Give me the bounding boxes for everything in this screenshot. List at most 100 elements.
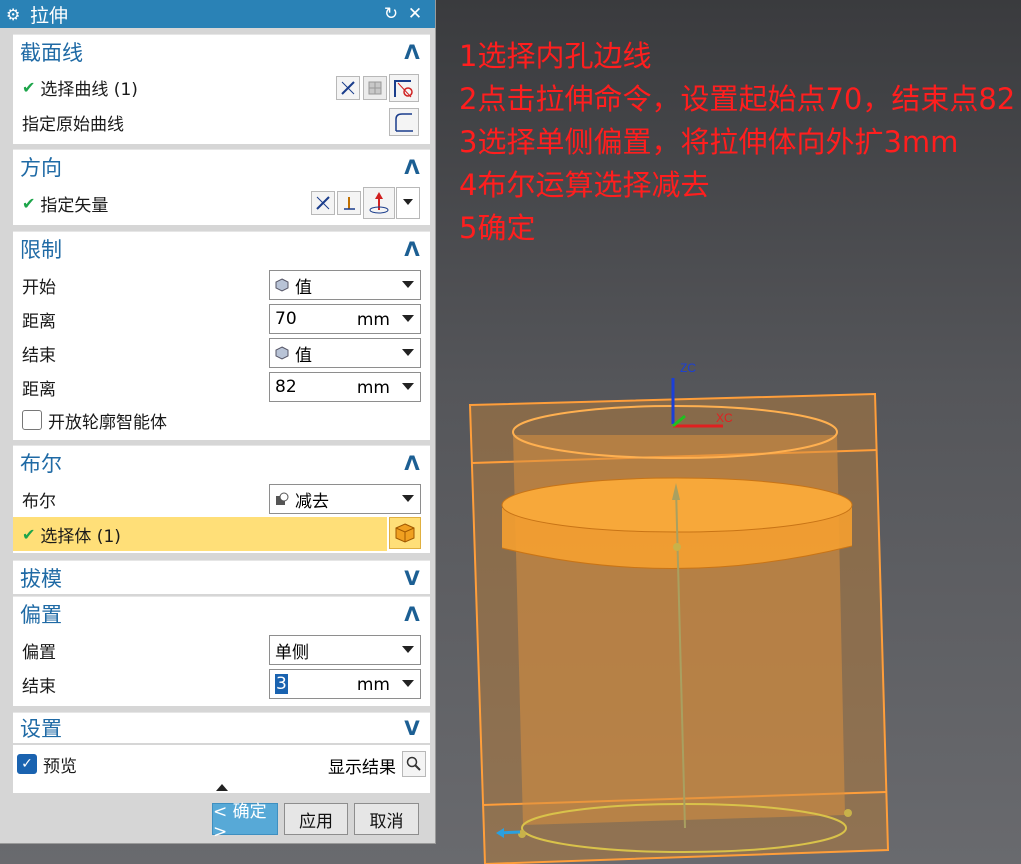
instruction-step-2: 2点击拉伸命令，设置起始点70，结束点82	[459, 82, 1016, 116]
instruction-step-3: 3选择单侧偏置，将拉伸体向外扩3mm	[459, 125, 959, 159]
end-distance-value[interactable]: 82	[275, 377, 297, 397]
chevron-down-icon[interactable]: ᐯ	[402, 566, 422, 590]
reset-icon[interactable]: ↻	[379, 4, 403, 24]
preview-label: 预览	[43, 756, 77, 777]
settings-header[interactable]: 设置 ᐯ	[13, 712, 430, 743]
start-distance-value[interactable]: 70	[275, 309, 297, 329]
offset-label: 偏置	[22, 642, 56, 663]
limits-header[interactable]: 限制 ᐱ	[13, 231, 430, 265]
preview-panel: ✓ 预览 显示结果	[13, 745, 430, 793]
limits-panel: 限制 ᐱ 开始 值 距离 70 mm 结束 值 距离 82 mm 开放轮廓智能体	[13, 231, 430, 440]
boolean-select-value: 减去	[295, 491, 329, 512]
dialog-titlebar: ⚙ 拉伸 ↻ ✕	[0, 0, 435, 28]
unit-label: mm	[356, 378, 390, 398]
open-profile-row[interactable]: 开放轮廓智能体	[13, 403, 430, 437]
unit-label: mm	[356, 675, 390, 695]
point-handle[interactable]	[844, 809, 852, 817]
end-distance-label: 距离	[22, 379, 56, 400]
section-curve-title: 截面线	[20, 40, 83, 65]
start-distance-input[interactable]: 70 mm	[269, 304, 421, 334]
boolean-panel: 布尔 ᐱ 布尔 减去 ✔ 选择体 (1)	[13, 445, 430, 553]
select-body-row[interactable]: ✔ 选择体 (1)	[13, 517, 387, 551]
end-select-value: 值	[295, 345, 312, 366]
instruction-step-4: 4布尔运算选择减去	[459, 168, 710, 202]
ok-button[interactable]: < 确定 >	[212, 802, 278, 842]
offset-end-value[interactable]: 3	[275, 674, 288, 694]
cancel-button[interactable]: 取消	[354, 803, 419, 835]
specify-original-row[interactable]: 指定原始曲线	[13, 105, 430, 139]
offset-header[interactable]: 偏置 ᐱ	[13, 596, 430, 630]
offset-select[interactable]: 单侧	[269, 635, 421, 665]
chevron-down-icon[interactable]	[402, 315, 414, 322]
settings-panel: 设置 ᐯ	[13, 712, 430, 743]
apply-button[interactable]: 应用	[284, 803, 348, 835]
direction-title: 方向	[20, 155, 62, 180]
start-distance-label: 距离	[22, 311, 56, 332]
chevron-down-icon	[402, 281, 414, 288]
specify-original-label: 指定原始曲线	[22, 114, 124, 135]
inferred-vector-icon[interactable]	[337, 191, 361, 215]
close-icon[interactable]: ✕	[403, 4, 427, 24]
check-icon: ✔	[22, 193, 36, 213]
chevron-down-icon[interactable]: ᐯ	[402, 716, 422, 740]
vector-dialog-icon[interactable]	[363, 187, 395, 219]
draft-title: 拔模	[20, 566, 62, 591]
sketch-grid-icon[interactable]	[363, 76, 387, 100]
value-icon	[275, 278, 289, 292]
expand-arrow-icon[interactable]	[216, 783, 228, 791]
original-curve-icon[interactable]	[389, 108, 419, 136]
boolean-select[interactable]: 减去	[269, 484, 421, 514]
check-icon: ✔	[22, 524, 36, 544]
preview-checkbox[interactable]: ✓	[17, 754, 37, 774]
chevron-up-icon[interactable]: ᐱ	[402, 237, 422, 261]
subtract-icon	[276, 492, 289, 505]
chevron-up-icon[interactable]: ᐱ	[402, 40, 422, 64]
boolean-label: 布尔	[22, 491, 56, 512]
chevron-up-icon[interactable]: ᐱ	[402, 602, 422, 626]
limits-title: 限制	[20, 237, 62, 262]
magnifier-icon	[406, 756, 421, 771]
start-label: 开始	[22, 277, 56, 298]
extrude-dialog: ⚙ 拉伸 ↻ ✕ 截面线 ᐱ ✔ 选择曲线 (1) 指定原始曲线 方向 ᐱ ✔ …	[0, 0, 436, 844]
select-curve-label: 选择曲线 (1)	[40, 79, 138, 100]
curve-rule-icon[interactable]	[336, 76, 360, 100]
gear-icon: ⚙	[6, 4, 21, 24]
specify-vector-label: 指定矢量	[40, 195, 109, 216]
boolean-header[interactable]: 布尔 ᐱ	[13, 445, 430, 479]
x-axis-label: XC	[716, 411, 733, 425]
settings-title: 设置	[20, 717, 62, 741]
offset-title: 偏置	[20, 602, 62, 627]
dialog-title: 拉伸	[30, 4, 69, 27]
chevron-down-icon[interactable]	[402, 383, 414, 390]
end-select[interactable]: 值	[269, 338, 421, 368]
direction-header[interactable]: 方向 ᐱ	[13, 149, 430, 183]
draft-header[interactable]: 拔模 ᐯ	[13, 560, 430, 594]
end-distance-input[interactable]: 82 mm	[269, 372, 421, 402]
value-icon	[275, 346, 289, 360]
select-body-icon[interactable]	[389, 517, 421, 549]
section-sketch-icon[interactable]	[389, 74, 419, 102]
offset-select-value: 单侧	[275, 642, 309, 663]
chevron-down-icon	[402, 349, 414, 356]
model-viewport[interactable]: ZC XC	[440, 350, 1015, 864]
section-curve-panel: 截面线 ᐱ ✔ 选择曲线 (1) 指定原始曲线	[13, 34, 430, 144]
offset-end-input[interactable]: 3 mm	[269, 669, 421, 699]
boolean-title: 布尔	[20, 451, 62, 476]
vector-dropdown-button[interactable]	[396, 187, 420, 219]
section-curve-header[interactable]: 截面线 ᐱ	[13, 34, 430, 68]
select-body-label: 选择体 (1)	[40, 526, 121, 547]
instruction-step-5: 5确定	[459, 211, 536, 245]
show-result-label: 显示结果	[328, 758, 396, 778]
vector-rule-icon[interactable]	[311, 191, 335, 215]
start-select-value: 值	[295, 277, 312, 298]
offset-end-label: 结束	[22, 676, 56, 697]
open-profile-checkbox[interactable]	[22, 410, 42, 430]
unit-label: mm	[356, 310, 390, 330]
start-select[interactable]: 值	[269, 270, 421, 300]
chevron-down-icon[interactable]	[402, 680, 414, 687]
chevron-up-icon[interactable]: ᐱ	[402, 155, 422, 179]
chevron-up-icon[interactable]: ᐱ	[402, 451, 422, 475]
instruction-step-1: 1选择内孔边线	[459, 39, 652, 73]
vector-handle[interactable]	[673, 543, 681, 551]
show-result-button[interactable]	[402, 751, 426, 777]
